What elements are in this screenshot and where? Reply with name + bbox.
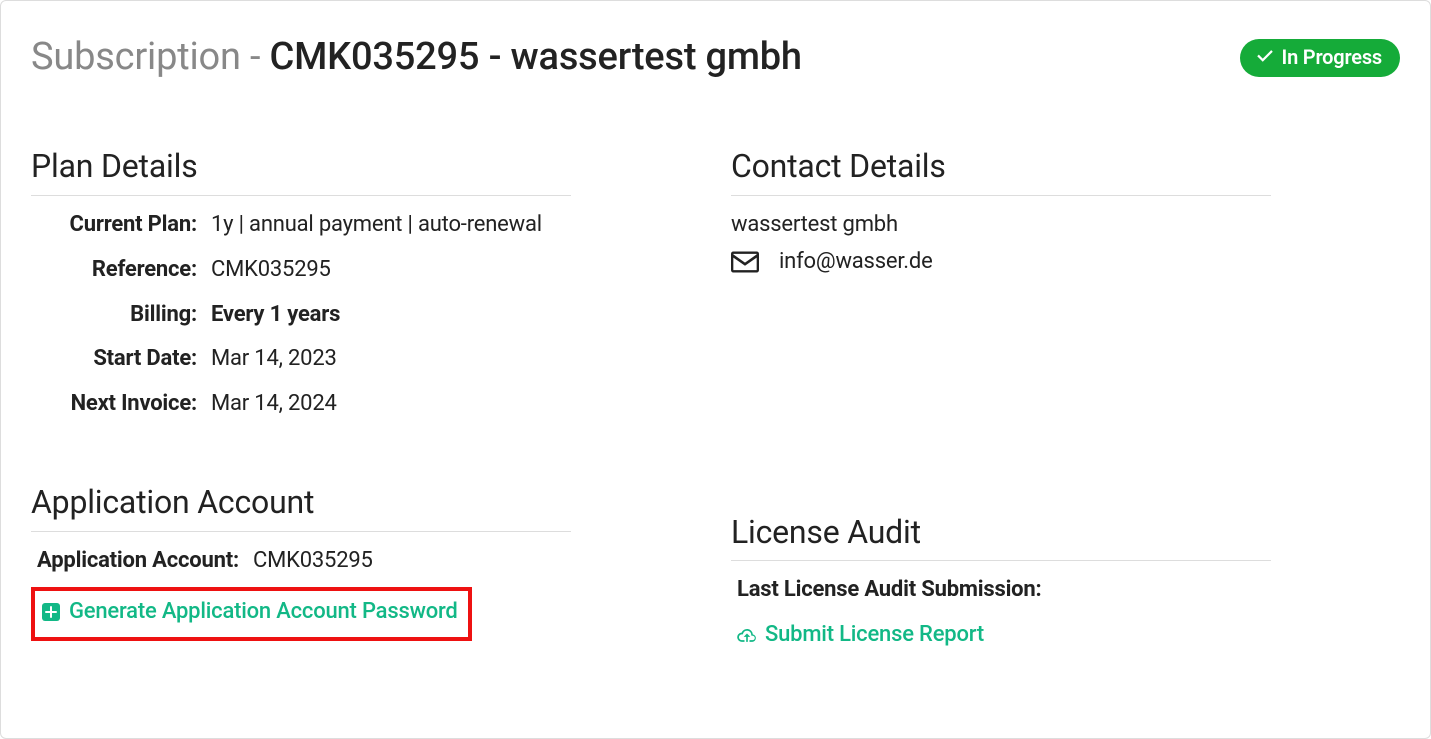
plan-row-current: Current Plan: 1y | annual payment | auto…	[31, 210, 571, 241]
contact-email-row: info@wasser.de	[731, 247, 1271, 278]
plan-start-value: Mar 14, 2023	[211, 344, 337, 375]
plan-billing-label: Billing:	[31, 300, 211, 331]
contact-email: info@wasser.de	[779, 247, 933, 278]
left-column: Plan Details Current Plan: 1y | annual p…	[31, 84, 571, 651]
plan-reference-label: Reference:	[31, 255, 211, 286]
plan-details-heading: Plan Details	[31, 144, 571, 196]
page-title: Subscription - CMK035295 - wassertest gm…	[31, 31, 802, 84]
plan-start-label: Start Date:	[31, 344, 211, 375]
envelope-icon	[731, 251, 759, 273]
plan-row-start: Start Date: Mar 14, 2023	[31, 344, 571, 375]
submit-license-link-text: Submit License Report	[765, 620, 984, 651]
generate-password-link[interactable]: Generate Application Account Password	[41, 597, 458, 628]
contact-company: wassertest gmbh	[731, 210, 1271, 241]
last-license-audit-label: Last License Audit Submission:	[731, 575, 1271, 606]
application-account-heading: Application Account	[31, 480, 571, 532]
submit-license-link[interactable]: Submit License Report	[731, 620, 1271, 651]
plan-row-billing: Billing: Every 1 years	[31, 300, 571, 331]
check-icon	[1256, 48, 1274, 66]
right-column: Contact Details wassertest gmbh info@was…	[731, 84, 1271, 651]
subscription-card: Subscription - CMK035295 - wassertest gm…	[0, 0, 1431, 739]
columns: Plan Details Current Plan: 1y | annual p…	[31, 84, 1400, 651]
cloud-upload-icon	[737, 626, 757, 646]
plan-row-reference: Reference: CMK035295	[31, 255, 571, 286]
page-title-prefix: Subscription -	[31, 35, 270, 79]
app-account-label: Application Account:	[37, 546, 253, 577]
license-audit-heading: License Audit	[731, 510, 1271, 562]
page-title-main: CMK035295 - wassertest gmbh	[270, 35, 802, 79]
plan-next-invoice-value: Mar 14, 2024	[211, 389, 337, 420]
status-badge-text: In Progress	[1282, 43, 1382, 71]
plan-row-next-invoice: Next Invoice: Mar 14, 2024	[31, 389, 571, 420]
generate-password-highlight: Generate Application Account Password	[31, 587, 472, 642]
plan-current-value: 1y | annual payment | auto-renewal	[211, 210, 542, 241]
header-row: Subscription - CMK035295 - wassertest gm…	[31, 31, 1400, 84]
plan-reference-value: CMK035295	[211, 255, 331, 286]
app-account-row: Application Account: CMK035295	[31, 546, 571, 577]
app-account-value: CMK035295	[253, 546, 373, 577]
plan-billing-value: Every 1 years	[211, 300, 340, 331]
generate-password-link-text: Generate Application Account Password	[69, 597, 458, 628]
contact-details-heading: Contact Details	[731, 144, 1271, 196]
plan-next-invoice-label: Next Invoice:	[31, 389, 211, 420]
status-badge: In Progress	[1240, 39, 1400, 77]
plus-square-icon	[41, 602, 61, 622]
plan-current-label: Current Plan:	[31, 210, 211, 241]
